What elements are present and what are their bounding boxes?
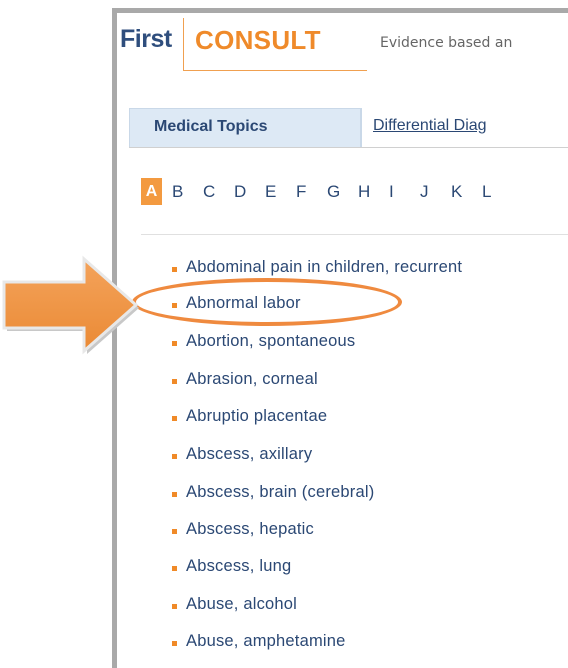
square-bullet-icon <box>172 604 177 609</box>
page-content: First CONSULT Evidence based an Medical … <box>117 13 568 668</box>
square-bullet-icon <box>172 566 177 571</box>
square-bullet-icon <box>172 267 177 272</box>
topic-link[interactable]: Abruptio placentae <box>186 407 327 426</box>
topic-link[interactable]: Abuse, amphetamine <box>186 632 346 651</box>
letter-k[interactable]: K <box>451 182 472 202</box>
topic-link[interactable]: Abortion, spontaneous <box>186 332 355 351</box>
topic-link[interactable]: Abnormal labor <box>186 294 301 313</box>
letter-b[interactable]: B <box>172 182 193 202</box>
tagline: Evidence based an <box>380 35 513 51</box>
topic-link[interactable]: Abscess, brain (cerebral) <box>186 483 374 502</box>
topic-link[interactable]: Abrasion, corneal <box>186 370 318 389</box>
topic-link[interactable]: Abscess, axillary <box>186 445 312 464</box>
letter-c[interactable]: C <box>203 182 224 202</box>
browser-viewport: First CONSULT Evidence based an Medical … <box>112 8 568 668</box>
square-bullet-icon <box>172 492 177 497</box>
letter-j[interactable]: J <box>420 182 441 202</box>
letter-g[interactable]: G <box>327 182 348 202</box>
square-bullet-icon <box>172 379 177 384</box>
tab-label: Medical Topics <box>154 118 268 135</box>
topic-link[interactable]: Abscess, lung <box>186 557 291 576</box>
alphabet-nav: ABCDEFGHIJKL <box>141 178 503 208</box>
tab-bar: Medical Topics Differential Diag <box>129 108 568 148</box>
square-bullet-icon <box>172 341 177 346</box>
letter-d[interactable]: D <box>234 182 255 202</box>
topic-link[interactable]: Abuse, alcohol <box>186 595 297 614</box>
brand-first: First <box>120 25 172 53</box>
topic-link[interactable]: Abdominal pain in children, recurrent <box>186 258 462 277</box>
tab-separator <box>361 108 362 147</box>
square-bullet-icon <box>172 416 177 421</box>
tab-medical-topics[interactable]: Medical Topics <box>129 108 361 147</box>
letter-f[interactable]: F <box>296 182 317 202</box>
letter-a[interactable]: A <box>141 178 162 205</box>
letter-h[interactable]: H <box>358 182 379 202</box>
site-header: First CONSULT Evidence based an <box>117 13 568 71</box>
tab-differential-diagnosis[interactable]: Differential Diag <box>373 117 487 135</box>
letter-i[interactable]: I <box>389 182 410 202</box>
square-bullet-icon <box>172 529 177 534</box>
square-bullet-icon <box>172 641 177 646</box>
letter-l[interactable]: L <box>482 182 503 202</box>
brand-consult: CONSULT <box>195 25 321 55</box>
divider <box>141 234 568 235</box>
square-bullet-icon <box>172 303 177 308</box>
topic-link[interactable]: Abscess, hepatic <box>186 520 314 539</box>
arrow-right-icon <box>2 255 139 355</box>
letter-e[interactable]: E <box>265 182 286 202</box>
square-bullet-icon <box>172 454 177 459</box>
